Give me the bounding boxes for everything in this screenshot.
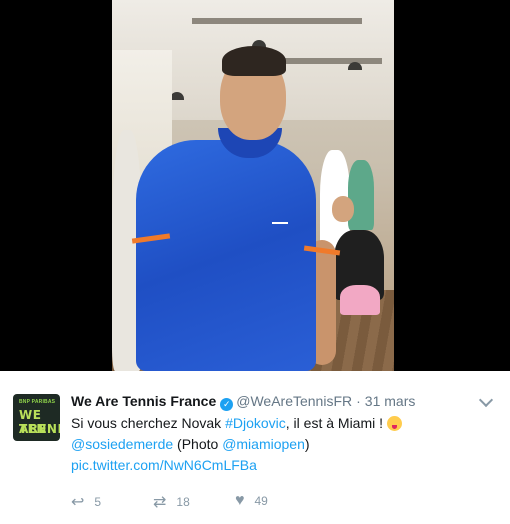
avatar-brand: BNP PARIBAS bbox=[19, 399, 56, 405]
tweet[interactable]: BNP PARIBAS WE ARE TENNIS We Are Tennis … bbox=[0, 371, 510, 524]
photo-bystander-head bbox=[332, 196, 354, 222]
retweet-button[interactable]: ⇄ 18 bbox=[153, 492, 190, 512]
photo-shirt bbox=[136, 140, 316, 371]
retweet-count: 18 bbox=[176, 495, 190, 509]
mention-link[interactable]: @miamiopen bbox=[222, 436, 305, 452]
photo-hair bbox=[222, 46, 286, 76]
display-name[interactable]: We Are Tennis France bbox=[71, 393, 216, 409]
hashtag-link[interactable]: #Djokovic bbox=[225, 415, 286, 431]
chevron-down-icon[interactable] bbox=[478, 392, 494, 408]
tweet-text-part: (Photo bbox=[173, 436, 223, 452]
photo-lamp bbox=[348, 62, 362, 70]
reply-count: 5 bbox=[94, 495, 102, 509]
tongue-face-emoji-icon bbox=[386, 416, 402, 431]
tweet-text: Si vous cherchez Novak #Djokovic, il est… bbox=[71, 413, 491, 476]
photo-lamp bbox=[170, 92, 184, 100]
photo-bystander bbox=[340, 285, 380, 315]
avatar[interactable]: BNP PARIBAS WE ARE TENNIS bbox=[13, 394, 60, 441]
tweet-text-part: Si vous cherchez Novak bbox=[71, 415, 226, 431]
photo-bystander bbox=[348, 160, 374, 230]
reply-button[interactable]: ↩ 5 bbox=[71, 492, 101, 512]
tweet-text-part: , il est à Miami ! bbox=[285, 415, 387, 431]
shirt-logo-icon bbox=[272, 212, 288, 224]
like-button[interactable]: ♥ 49 bbox=[235, 492, 268, 510]
tweet-header: We Are Tennis France ✓ @WeAreTennisFR · 31 m… bbox=[71, 393, 415, 411]
avatar-line2: TENNIS bbox=[19, 422, 60, 436]
reply-icon: ↩ bbox=[71, 494, 85, 511]
like-count: 49 bbox=[254, 494, 268, 508]
header-separator: · bbox=[356, 393, 361, 409]
photo-beam bbox=[192, 18, 362, 24]
tweet-text-part: ) bbox=[304, 436, 310, 452]
retweet-icon: ⇄ bbox=[153, 494, 167, 511]
tweet-date[interactable]: 31 mars bbox=[365, 393, 416, 409]
verified-badge-icon: ✓ bbox=[220, 398, 234, 411]
user-handle[interactable]: @WeAreTennisFR bbox=[236, 393, 352, 409]
heart-icon: ♥ bbox=[235, 492, 245, 509]
tweet-photo[interactable] bbox=[112, 0, 394, 371]
tweet-actions: ↩ 5 ⇄ 18 ♥ 49 bbox=[71, 492, 331, 512]
tweet-media[interactable] bbox=[0, 0, 510, 371]
pic-link[interactable]: pic.twitter.com/NwN6CmLFBa bbox=[71, 457, 257, 473]
mention-link[interactable]: @sosiedemerde bbox=[71, 436, 173, 452]
